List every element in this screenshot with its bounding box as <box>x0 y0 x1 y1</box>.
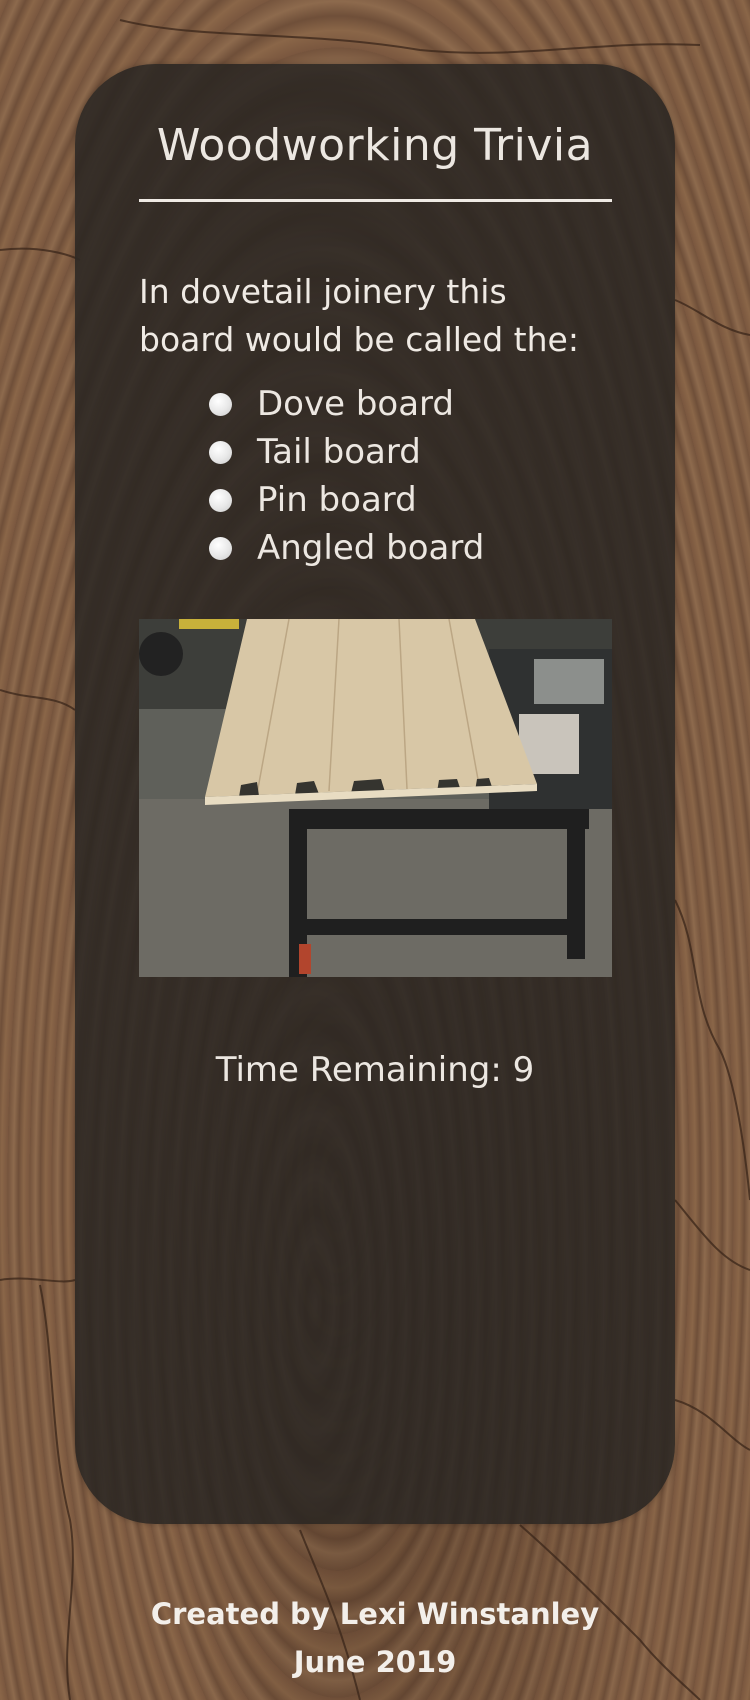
radio-button[interactable] <box>209 392 232 416</box>
answer-list: Dove board Tail board Pin board Angled b… <box>209 380 484 572</box>
answer-label: Pin board <box>257 480 417 520</box>
answer-label: Angled board <box>257 528 485 568</box>
answer-label: Dove board <box>257 384 455 424</box>
answer-label: Tail board <box>257 432 421 472</box>
radio-button[interactable] <box>209 536 232 560</box>
page-title: Woodworking Trivia <box>156 120 594 171</box>
footer: Created by Lexi Winstanley June 2019 <box>0 1590 750 1686</box>
radio-button[interactable] <box>209 488 232 512</box>
question-text: In dovetail joinery this board would be … <box>139 272 579 359</box>
answer-option-dove-board[interactable]: Dove board <box>209 380 484 428</box>
footer-date: June 2019 <box>293 1645 457 1679</box>
time-remaining: Time Remaining: 9 <box>215 1050 535 1090</box>
answer-option-angled-board[interactable]: Angled board <box>209 524 484 572</box>
question-photo <box>139 619 612 977</box>
title-divider <box>139 199 612 202</box>
radio-button[interactable] <box>209 440 232 464</box>
answer-option-pin-board[interactable]: Pin board <box>209 476 484 524</box>
footer-credit: Created by Lexi Winstanley <box>150 1597 600 1631</box>
answer-option-tail-board[interactable]: Tail board <box>209 428 484 476</box>
